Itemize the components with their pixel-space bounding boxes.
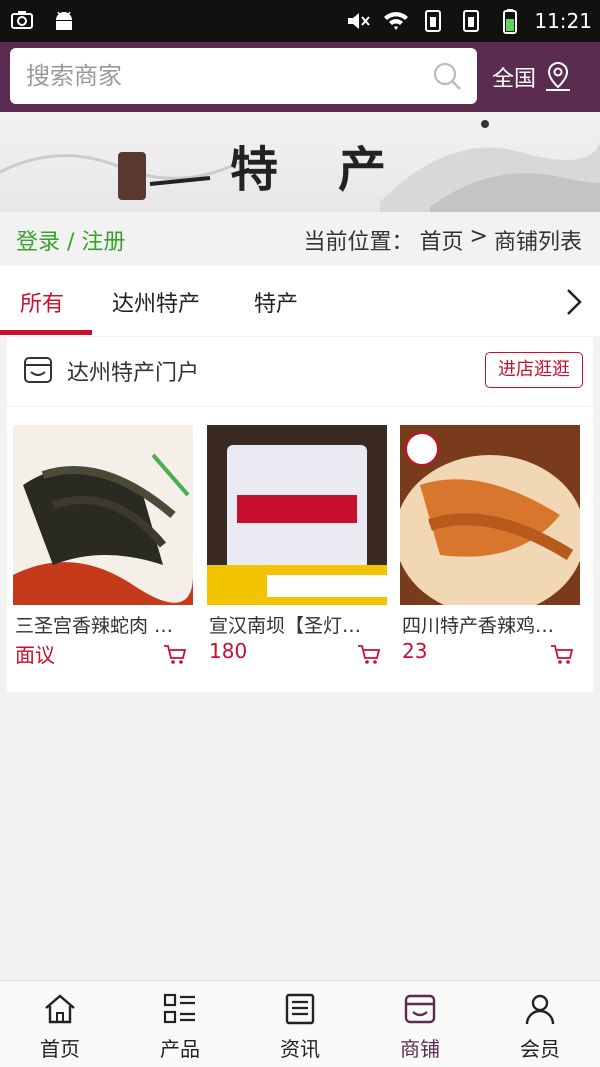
shop-card: 达州特产门户 进店逛逛 三圣宫香辣蛇肉 … 面议 宣汉南坝【圣灯… 180 四川… bbox=[7, 337, 593, 692]
product-name[interactable]: 四川特产香辣鸡… bbox=[402, 611, 572, 638]
visit-shop-button[interactable]: 进店逛逛 bbox=[485, 352, 583, 388]
breadcrumb: 当前位置： 首页 > 商铺列表 bbox=[304, 224, 582, 256]
store-icon bbox=[24, 357, 52, 383]
shop-icon bbox=[404, 994, 436, 1024]
search-box[interactable] bbox=[10, 48, 477, 104]
breadcrumb-bar: 登录 / 注册 当前位置： 首页 > 商铺列表 bbox=[0, 212, 600, 266]
header: 全国 bbox=[0, 42, 600, 112]
status-bar: 11:21 bbox=[0, 0, 600, 42]
login-register-link[interactable]: 登录 / 注册 bbox=[16, 224, 125, 256]
product-card[interactable]: 宣汉南坝【圣灯… 180 bbox=[207, 425, 387, 675]
banner-title: 特产 bbox=[230, 142, 447, 198]
tab-all[interactable]: 所有 bbox=[20, 286, 64, 318]
wifi-icon bbox=[384, 12, 409, 30]
android-icon bbox=[56, 11, 72, 30]
nav-home[interactable]: 首页 bbox=[0, 981, 120, 1067]
category-tabs: 所有 达州特产 特产 bbox=[0, 266, 600, 336]
product-name[interactable]: 宣汉南坝【圣灯… bbox=[209, 611, 379, 638]
product-price: 面议 bbox=[15, 643, 55, 667]
region-label: 全国 bbox=[492, 67, 537, 92]
cart-icon[interactable] bbox=[357, 643, 381, 665]
breadcrumb-current: 商铺列表 bbox=[493, 230, 582, 255]
cart-icon[interactable] bbox=[163, 643, 187, 665]
search-icon[interactable] bbox=[431, 60, 463, 92]
tab-specialty[interactable]: 特产 bbox=[254, 286, 298, 318]
product-list: 三圣宫香辣蛇肉 … 面议 宣汉南坝【圣灯… 180 四川特产香辣鸡… 23 bbox=[7, 425, 593, 675]
product-card[interactable]: 三圣宫香辣蛇肉 … 面议 bbox=[13, 425, 193, 675]
product-image-chicken-feet[interactable] bbox=[400, 425, 580, 605]
breadcrumb-prefix: 当前位置： bbox=[303, 230, 414, 255]
product-price: 23 bbox=[402, 639, 428, 663]
nav-member-label: 会员 bbox=[520, 1037, 560, 1061]
breadcrumb-home[interactable]: 首页 bbox=[420, 224, 464, 256]
breadcrumb-separator: > bbox=[469, 224, 488, 249]
home-icon bbox=[45, 994, 75, 1024]
nav-home-label: 首页 bbox=[40, 1037, 80, 1061]
grid-list-icon bbox=[163, 993, 195, 1024]
cart-icon[interactable] bbox=[550, 643, 574, 665]
nav-news[interactable]: 资讯 bbox=[240, 981, 360, 1067]
search-input[interactable] bbox=[26, 56, 416, 96]
product-price: 180 bbox=[209, 639, 248, 663]
nav-products-label: 产品 bbox=[160, 1037, 200, 1061]
product-name[interactable]: 三圣宫香辣蛇肉 … bbox=[15, 611, 185, 638]
user-icon bbox=[525, 994, 555, 1025]
signal-icon-2 bbox=[463, 10, 480, 32]
banner: 特产 bbox=[0, 112, 600, 212]
screenshot-icon bbox=[11, 11, 33, 29]
nav-products[interactable]: 产品 bbox=[120, 981, 240, 1067]
signal-icon bbox=[425, 10, 442, 32]
chevron-right-icon[interactable] bbox=[562, 286, 586, 318]
product-image-beef-jerky[interactable] bbox=[207, 425, 387, 605]
region-selector[interactable]: 全国 bbox=[492, 42, 600, 112]
shop-name[interactable]: 达州特产门户 bbox=[67, 355, 199, 387]
product-card[interactable]: 四川特产香辣鸡… 23 bbox=[400, 425, 580, 675]
shop-header: 达州特产门户 进店逛逛 bbox=[7, 337, 593, 407]
tab-dazhou-specialty[interactable]: 达州特产 bbox=[112, 286, 200, 318]
bottom-nav: 首页 产品 资讯 商铺 会员 bbox=[0, 980, 600, 1067]
nav-shops-label: 商铺 bbox=[400, 1037, 440, 1061]
battery-icon bbox=[503, 9, 518, 34]
news-icon bbox=[285, 993, 315, 1025]
nav-news-label: 资讯 bbox=[280, 1037, 320, 1061]
product-image-snake-meat[interactable] bbox=[13, 425, 193, 605]
clock: 11:21 bbox=[534, 9, 592, 33]
location-icon bbox=[546, 61, 571, 91]
active-tab-indicator bbox=[0, 330, 92, 335]
nav-shops[interactable]: 商铺 bbox=[360, 981, 480, 1067]
mute-icon bbox=[348, 13, 371, 29]
nav-member[interactable]: 会员 bbox=[480, 981, 600, 1067]
